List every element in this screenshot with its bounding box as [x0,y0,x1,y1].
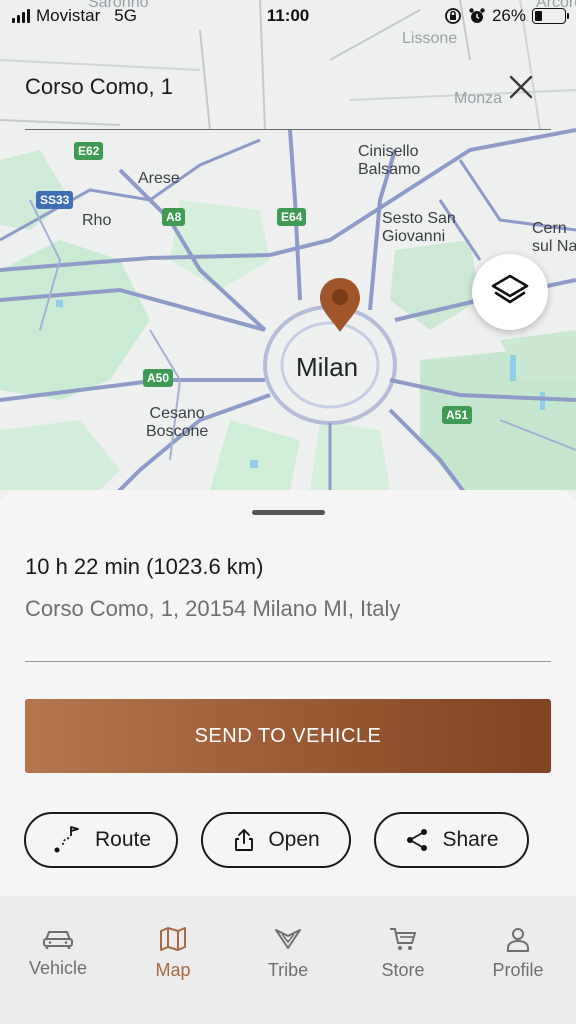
map-layers-button[interactable] [472,254,548,330]
open-button[interactable]: Open [201,812,351,868]
tab-store[interactable]: Store [348,926,458,981]
tribe-icon [275,929,301,949]
header-divider [25,129,551,130]
open-button-label: Open [268,828,320,851]
route-button-label: Route [94,828,152,851]
car-icon [43,931,73,949]
map-icon [160,927,186,951]
road-shield-a50: A50 [143,369,174,387]
route-duration: 10 h 22 min (1023.6 km) [25,554,264,579]
tab-vehicle-label: Vehicle [28,958,88,978]
sheet-divider [25,661,551,662]
map-label-rho: Rho [82,212,112,229]
person-icon [507,928,529,952]
tab-map[interactable]: Map [118,926,228,981]
map-label-monza: Monza [454,90,503,107]
tab-map-label: Map [155,960,191,980]
tab-tribe-label: Tribe [267,960,309,980]
layers-icon [491,274,529,304]
route-icon [54,826,79,853]
tab-store-label: Store [381,960,425,980]
map-label-arese: Arese [138,170,180,187]
road-shield-a8: A8 [162,208,186,226]
destination-address: Corso Como, 1, 20154 Milano MI, Italy [25,596,401,621]
road-shield-e62: E62 [74,142,104,160]
battery-icon [532,8,569,24]
route-button[interactable]: Route [24,812,178,868]
route-details-sheet: 10 h 22 min (1023.6 km) Corso Como, 1, 2… [0,490,576,900]
alarm-icon [469,8,485,23]
status-bar: Movistar 5G 11:00 26% [0,0,576,34]
map-label-cernusco: Cern sul Na [532,220,576,255]
close-icon[interactable] [504,70,538,104]
road-shield-a51: A51 [442,406,473,424]
tab-tribe[interactable]: Tribe [233,926,343,981]
battery-percent: 26% [491,6,526,25]
map-label-milan: Milan [296,352,359,382]
destination-title[interactable]: Corso Como, 1 [25,74,173,100]
share-button-label: Share [442,828,499,851]
map-label-cinisello: Cinisello Balsamo [358,143,421,178]
send-to-vehicle-button[interactable]: SEND TO VEHICLE [25,699,551,773]
cart-icon [390,928,416,950]
road-shield-ss33: SS33 [36,191,74,209]
tab-profile[interactable]: Profile [463,926,573,981]
share-out-icon [235,829,254,851]
sheet-drag-handle[interactable] [252,510,325,515]
tab-vehicle[interactable]: Vehicle [3,926,113,979]
tab-profile-label: Profile [492,960,544,980]
map-label-sesto: Sesto San Giovanni [382,210,456,245]
bottom-tab-bar: Vehicle Map Tribe Store Profile [0,896,576,1024]
orientation-lock-icon [445,8,461,24]
road-shield-e64: E64 [277,208,307,226]
share-button[interactable]: Share [374,812,529,868]
share-icon [407,829,428,851]
map-label-cesano: Cesano Boscone [146,405,209,440]
location-pin-icon[interactable] [318,276,362,334]
